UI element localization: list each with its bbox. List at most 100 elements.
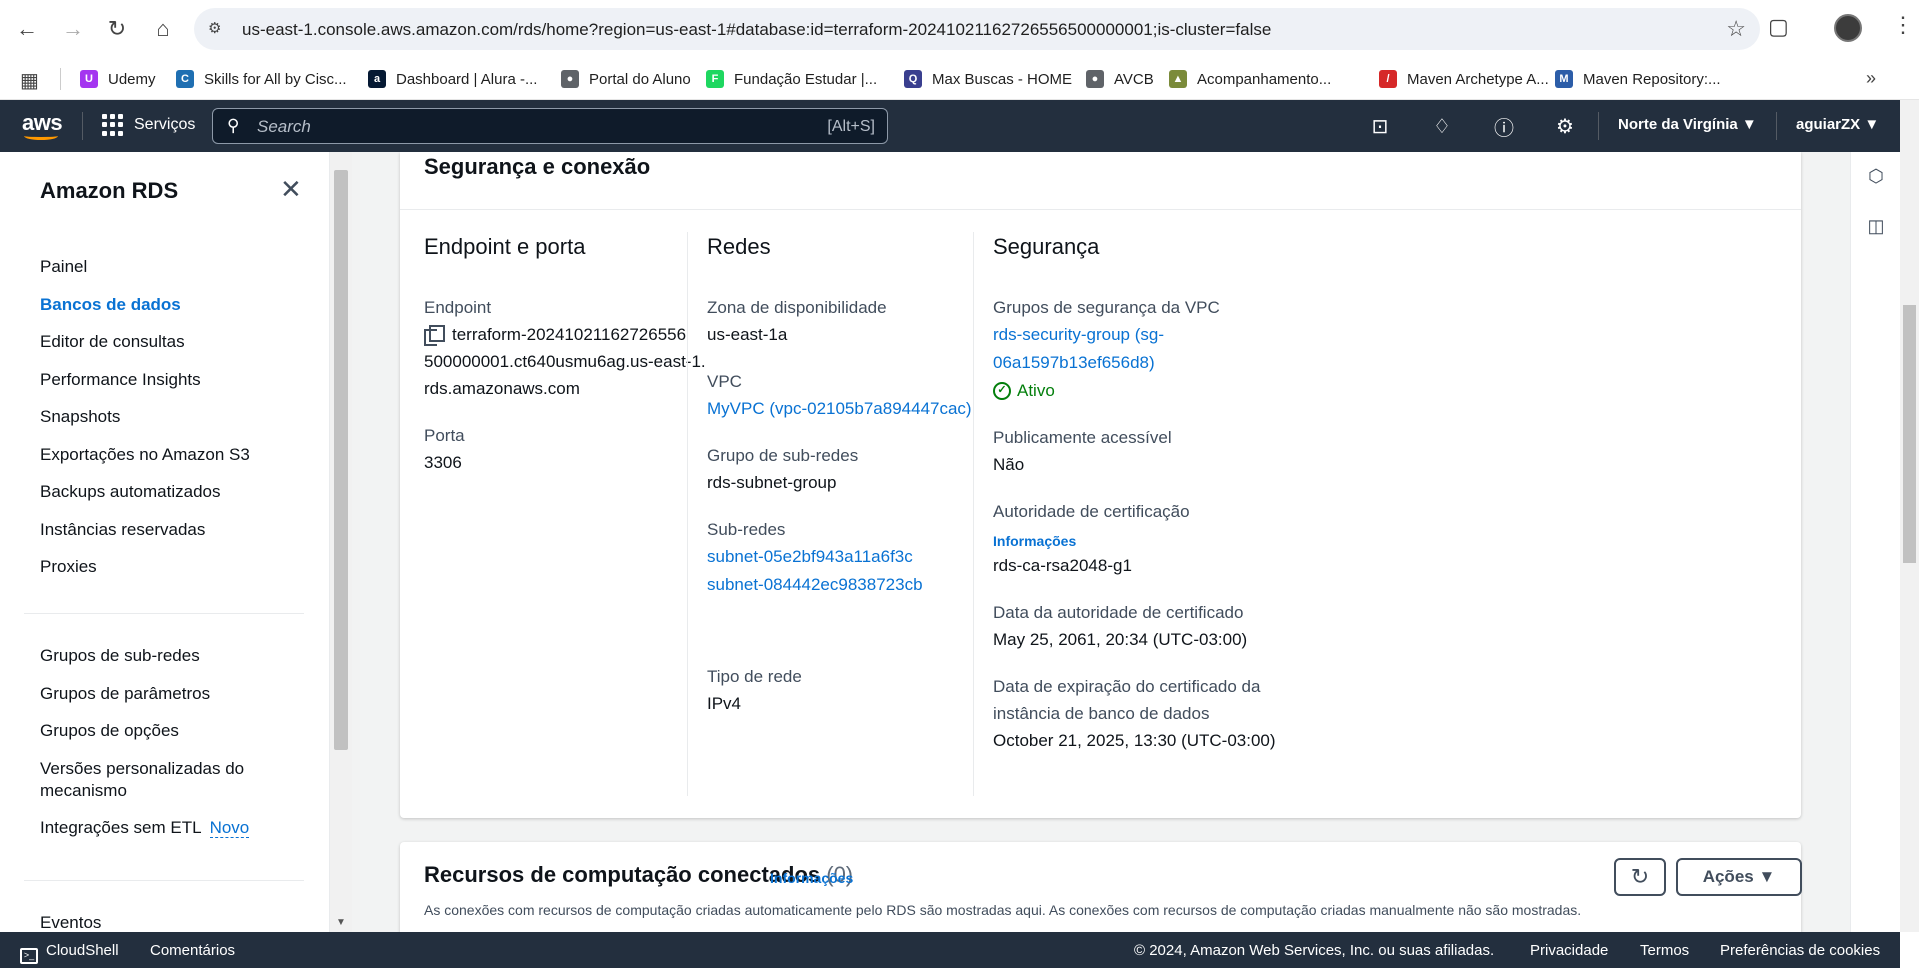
copy-icon[interactable] (424, 325, 445, 346)
bookmark-item[interactable]: Q Max Buscas - HOME (904, 67, 1072, 91)
refresh-icon: ↻ (1630, 864, 1650, 889)
sidebar-item[interactable]: Painel (40, 256, 300, 278)
bookmark-item[interactable]: F Fundação Estudar |... (706, 67, 877, 91)
search-input[interactable]: ⚲ Search [Alt+S] (212, 108, 888, 144)
forward-icon[interactable]: → (58, 14, 88, 44)
nav-divider (82, 112, 83, 140)
services-menu[interactable]: Serviços (102, 114, 195, 136)
sidebar-item-option-groups[interactable]: Grupos de opções (40, 720, 290, 742)
ca-value: rds-ca-rsa2048-g1 (993, 556, 1132, 575)
privacy-link[interactable]: Privacidade (1530, 942, 1608, 959)
security-group-link-line-1[interactable]: rds-security-group (sg- (993, 325, 1164, 344)
bookmark-label: Maven Repository:... (1583, 70, 1721, 88)
help-icon[interactable]: ⓘ (1491, 113, 1517, 140)
page-scroll-thumb[interactable] (1903, 305, 1916, 563)
apps-grid-icon[interactable]: ▦ (20, 68, 39, 93)
close-icon[interactable]: ✕ (280, 174, 302, 205)
url-text[interactable]: us-east-1.console.aws.amazon.com/rds/hom… (242, 20, 1271, 40)
column-divider (687, 232, 688, 796)
actions-button[interactable]: Ações ▼ (1676, 858, 1802, 896)
check-circle-icon: ✓ (993, 381, 1011, 400)
cloudshell-label: CloudShell (46, 942, 119, 959)
bookmark-favicon-icon: / (1379, 70, 1397, 88)
sidebar-item-events[interactable]: Eventos (40, 912, 101, 932)
page-scrollbar[interactable] (1900, 100, 1919, 932)
cloudshell-button[interactable]: >_ CloudShell (20, 942, 119, 964)
bookmark-item[interactable]: ● AVCB (1086, 67, 1154, 91)
sidebar-scroll-thumb[interactable] (334, 170, 348, 750)
info-link[interactable]: Informações (770, 870, 853, 886)
address-bar[interactable]: ⚙ us-east-1.console.aws.amazon.com/rds/h… (194, 8, 1760, 50)
hexagon-icon[interactable]: ⬡ (1865, 166, 1887, 188)
sidebar-item[interactable]: Bancos de dados (40, 294, 300, 316)
terms-link[interactable]: Termos (1640, 942, 1689, 959)
public-access-value: Não (993, 455, 1025, 474)
sidebar-item-parameter-groups[interactable]: Grupos de parâmetros (40, 683, 290, 705)
bookmark-item[interactable]: U Udemy (80, 67, 156, 91)
new-badge: Novo (209, 818, 250, 838)
bookmark-item[interactable]: ▲ Acompanhamento... (1169, 67, 1331, 91)
site-info-icon[interactable]: ⚙ (208, 19, 228, 39)
scroll-down-arrow-icon[interactable]: ▼ (336, 917, 346, 928)
bookmark-item[interactable]: ● Portal do Aluno (561, 67, 691, 91)
sidebar-nav-secondary: Grupos de sub-redes Grupos de parâmetros… (40, 645, 290, 855)
sidebar-item-subnet-groups[interactable]: Grupos de sub-redes (40, 645, 290, 667)
sidebar-item[interactable]: Editor de consultas (40, 331, 300, 353)
subnet-link[interactable]: subnet-05e2bf943a11a6f3c (707, 547, 913, 566)
sidebar-scrollbar[interactable]: ▼ (330, 152, 352, 932)
vpc-link[interactable]: MyVPC (vpc-02105b7a894447cac) (707, 399, 972, 418)
account-menu[interactable]: aguiarZX ▼ (1796, 116, 1879, 133)
cookie-preferences-link[interactable]: Preferências de cookies (1720, 942, 1880, 959)
security-column: Segurança Grupos de segurança da VPC rds… (993, 234, 1323, 774)
sidebar-item[interactable]: Exportações no Amazon S3 (40, 444, 300, 466)
bookmark-item[interactable]: M Maven Repository:... (1555, 67, 1721, 91)
bookmark-item[interactable]: C Skills for All by Cisc... (176, 67, 347, 91)
sidebar-nav: Painel Bancos de dados Editor de consultas… (40, 256, 300, 594)
bookmark-label: Fundação Estudar |... (734, 70, 878, 88)
bookmark-label: Udemy (108, 70, 156, 88)
bookmark-divider (60, 68, 61, 90)
column-title: Segurança (993, 234, 1100, 259)
security-connection-card: Segurança e conexão Endpoint e porta End… (400, 152, 1801, 818)
sidebar-item[interactable]: Instâncias reservadas (40, 519, 300, 541)
sidebar-item[interactable]: Proxies (40, 556, 300, 578)
notifications-bell-icon[interactable]: ♢ (1429, 113, 1455, 139)
column-title: Redes (707, 234, 771, 259)
services-label: Serviços (134, 116, 196, 133)
aws-logo[interactable]: aws (22, 110, 63, 140)
sidebar-item-custom-engine-versions[interactable]: Versões personalizadas do mecanismo (40, 758, 290, 802)
bookmark-item[interactable]: a Dashboard | Alura -... (368, 67, 537, 91)
screen-feedback-icon[interactable]: ◫ (1865, 216, 1887, 238)
bookmark-label: Maven Archetype A... (1407, 70, 1549, 88)
network-type-label: Tipo de rede (707, 667, 802, 686)
browser-menu-icon[interactable]: ⋮ (1892, 12, 1914, 38)
subnet-link[interactable]: subnet-084442ec9838723cb (707, 575, 923, 594)
cloudshell-icon[interactable]: ⊡ (1367, 113, 1393, 139)
network-column: Redes Zona de disponibilidade us-east-1a… (707, 234, 1027, 737)
more-bookmarks-icon[interactable]: » (1866, 68, 1876, 89)
info-link[interactable]: Informações (993, 533, 1076, 549)
refresh-button[interactable]: ↻ (1614, 858, 1666, 896)
home-icon[interactable]: ⌂ (148, 14, 178, 44)
bookmark-favicon-icon: ● (1086, 70, 1104, 88)
sidebar-item[interactable]: Snapshots (40, 406, 300, 428)
bookmark-item[interactable]: / Maven Archetype A... (1379, 67, 1549, 91)
az-value: us-east-1a (707, 325, 788, 344)
reload-icon[interactable]: ↻ (102, 14, 132, 44)
sidebar-divider (24, 613, 304, 614)
cert-expiry-value: October 21, 2025, 13:30 (UTC-03:00) (993, 731, 1276, 750)
bookmark-star-icon[interactable]: ☆ (1726, 16, 1746, 42)
security-group-link-line-2[interactable]: 06a1597b13ef656d8) (993, 353, 1155, 372)
region-selector[interactable]: Norte da Virgínia ▼ (1618, 116, 1757, 133)
sidebar-item[interactable]: Performance Insights (40, 369, 300, 391)
bookmark-label: Skills for All by Cisc... (204, 70, 347, 88)
main-content: Segurança e conexão Endpoint e porta End… (352, 152, 1852, 932)
profile-avatar[interactable] (1834, 14, 1862, 42)
settings-gear-icon[interactable]: ⚙ (1552, 113, 1578, 139)
ca-date-value: May 25, 2061, 20:34 (UTC-03:00) (993, 630, 1248, 649)
sidebar-item[interactable]: Backups automatizados (40, 481, 300, 503)
sidebar-item-zero-etl[interactable]: Integrações sem ETL Novo (40, 817, 290, 839)
back-icon[interactable]: ← (12, 14, 42, 44)
comments-link[interactable]: Comentários (150, 942, 235, 959)
extensions-icon[interactable]: ▢ (1768, 14, 1789, 40)
